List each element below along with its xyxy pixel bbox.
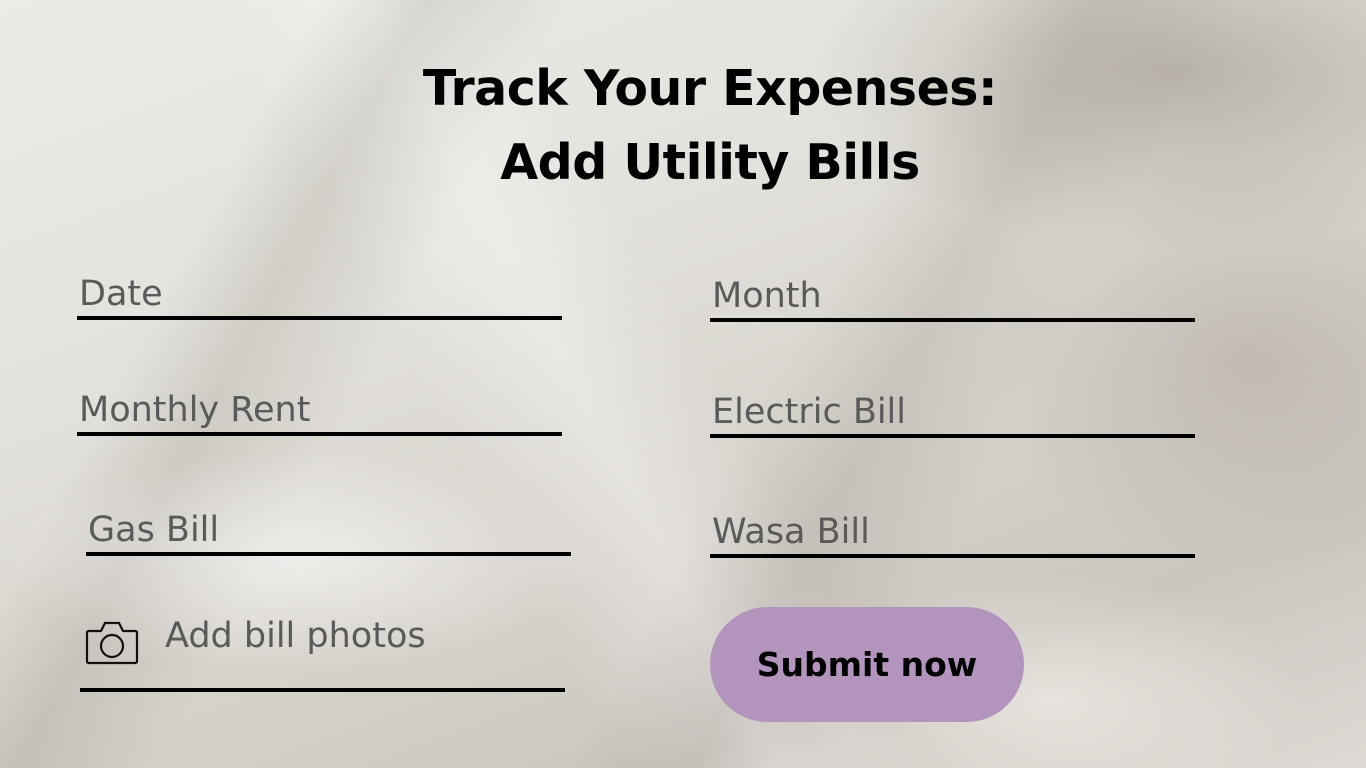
wasa-bill-label: Wasa Bill	[712, 512, 870, 552]
wasa-bill-underline	[710, 554, 1195, 558]
gas-bill-label: Gas Bill	[88, 510, 220, 550]
wasa-bill-field[interactable]: Wasa Bill	[710, 508, 1195, 558]
monthly-rent-underline	[77, 432, 562, 436]
month-label: Month	[712, 276, 822, 316]
electric-bill-label: Electric Bill	[712, 392, 907, 432]
add-bill-photos-underline	[80, 688, 565, 692]
month-underline	[710, 318, 1195, 322]
date-label: Date	[79, 274, 163, 314]
monthly-rent-label: Monthly Rent	[79, 390, 311, 430]
camera-icon[interactable]	[85, 617, 139, 667]
gas-bill-field[interactable]: Gas Bill	[86, 506, 571, 556]
gas-bill-underline	[86, 552, 571, 556]
date-underline	[77, 316, 562, 320]
page-title: Track Your Expenses: Add Utility Bills	[0, 52, 1366, 200]
month-field[interactable]: Month	[710, 272, 1195, 322]
electric-bill-underline	[710, 434, 1195, 438]
submit-button[interactable]: Submit now	[710, 607, 1024, 722]
title-line-1: Track Your Expenses:	[422, 60, 998, 117]
add-bill-photos-field[interactable]: Add bill photos	[80, 612, 565, 692]
electric-bill-field[interactable]: Electric Bill	[710, 388, 1195, 438]
date-field[interactable]: Date	[77, 270, 562, 320]
add-bill-photos-label: Add bill photos	[165, 616, 426, 656]
title-line-2: Add Utility Bills	[500, 134, 920, 191]
monthly-rent-field[interactable]: Monthly Rent	[77, 386, 562, 436]
